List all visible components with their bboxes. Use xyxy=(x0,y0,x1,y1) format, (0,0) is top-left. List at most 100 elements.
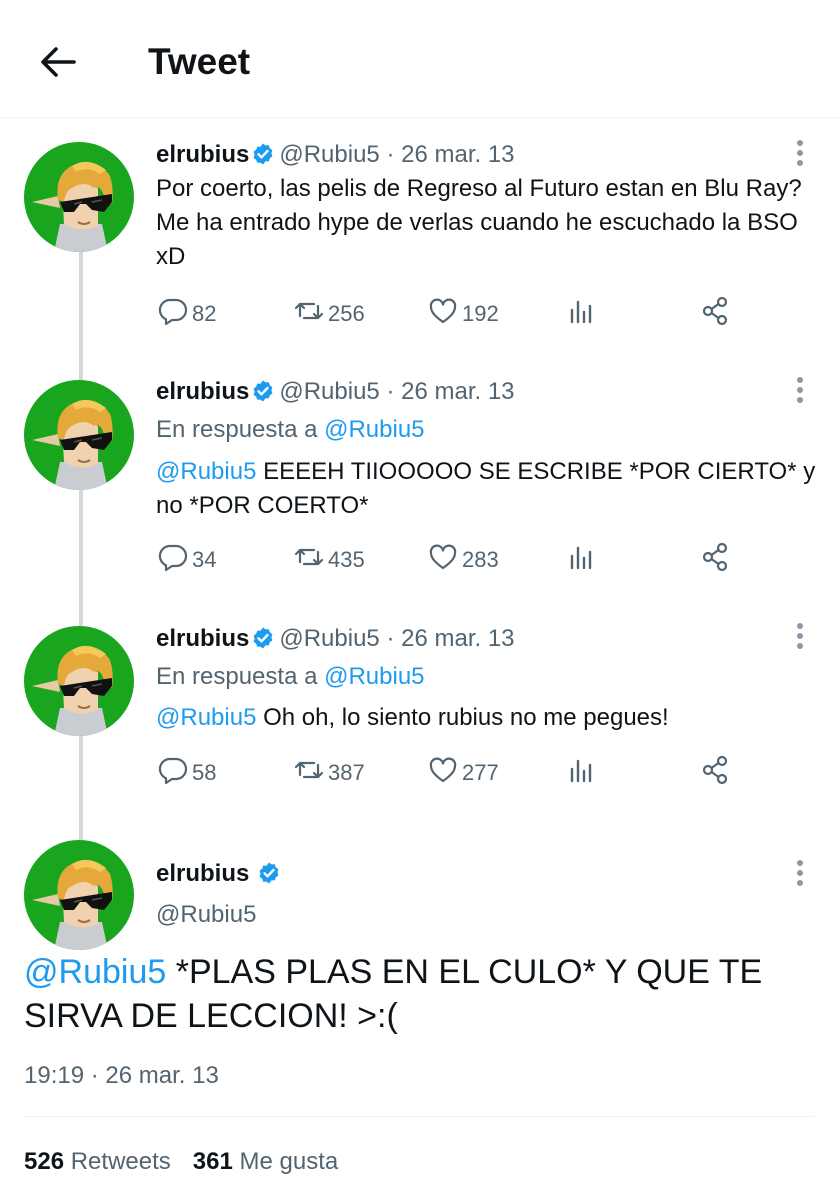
retweet-icon xyxy=(294,296,324,332)
retweet-count: 435 xyxy=(328,547,365,572)
tweet-date[interactable]: 26 mar. 13 xyxy=(401,378,514,405)
tweet-header: elrubius @Rubiu5 · 26 mar. 13 xyxy=(156,377,515,407)
reply-handle-link[interactable]: @Rubiu5 xyxy=(324,416,424,443)
main-tweet-timestamp[interactable]: 19:19 · 26 mar. 13 xyxy=(24,1060,219,1092)
tweet-header: elrubius @Rubiu5 · 26 mar. 13 xyxy=(156,140,515,170)
like-icon xyxy=(428,542,458,578)
tweet-date[interactable]: 26 mar. 13 xyxy=(401,141,514,168)
analytics-button[interactable] xyxy=(566,294,596,334)
more-options-icon[interactable] xyxy=(796,621,804,651)
back-button[interactable] xyxy=(36,40,80,84)
thread-connector xyxy=(79,252,83,380)
thread-connector xyxy=(79,736,83,840)
reply-button[interactable]: 58 xyxy=(158,753,216,793)
analytics-icon xyxy=(566,296,596,332)
main-author-handle[interactable]: @Rubiu5 xyxy=(156,899,256,931)
separator-dot: · xyxy=(386,625,395,652)
reply-handle-link[interactable]: @Rubiu5 xyxy=(324,663,424,690)
avatar[interactable] xyxy=(24,840,134,950)
analytics-button[interactable] xyxy=(566,753,596,793)
tweet-text: @Rubiu5 Oh oh, lo siento rubius no me pe… xyxy=(156,701,816,735)
reply-prefix: En respuesta a xyxy=(156,663,325,690)
like-count: 192 xyxy=(462,301,499,326)
avatar[interactable] xyxy=(24,626,134,736)
action-bar: 34 435 283 xyxy=(156,540,756,580)
author-name[interactable]: elrubius xyxy=(156,378,249,405)
share-button[interactable] xyxy=(700,540,730,580)
reply-count: 58 xyxy=(192,760,217,785)
author-name[interactable]: elrubius xyxy=(156,625,249,652)
share-icon xyxy=(700,296,730,332)
tweet-date[interactable]: 26 mar. 13 xyxy=(401,625,514,652)
retweet-button[interactable]: 256 xyxy=(294,294,365,334)
analytics-icon xyxy=(566,755,596,791)
analytics-icon xyxy=(566,542,596,578)
retweet-count: 387 xyxy=(328,760,365,785)
top-bar: Tweet xyxy=(0,0,838,118)
likes-count: 361 xyxy=(192,1148,233,1175)
thread-tweet[interactable]: elrubius @Rubiu5 · 26 mar. 13 En respuest… xyxy=(0,0,838,785)
more-options-icon[interactable] xyxy=(796,858,804,888)
separator-dot: · xyxy=(386,378,395,405)
mention-link[interactable]: @Rubiu5 xyxy=(156,458,256,485)
reply-count: 34 xyxy=(192,547,217,572)
divider xyxy=(24,1116,814,1117)
author-handle[interactable]: @Rubiu5 xyxy=(279,625,379,652)
retweet-button[interactable]: 387 xyxy=(294,753,365,793)
author-handle[interactable]: @Rubiu5 xyxy=(279,378,379,405)
avatar[interactable] xyxy=(24,142,134,252)
action-bar: 58 387 277 xyxy=(156,753,756,793)
like-icon xyxy=(428,296,458,332)
tweet-body: Oh oh, lo siento rubius no me pegues! xyxy=(256,704,669,731)
likes-stat[interactable]: 361 Me gusta xyxy=(193,1148,338,1175)
engagement-stats: 526 Retweets 361 Me gusta xyxy=(24,1146,338,1178)
retweet-icon xyxy=(294,755,324,791)
retweet-button[interactable]: 435 xyxy=(294,540,365,580)
mention-link[interactable]: @Rubiu5 xyxy=(156,704,256,731)
verified-badge-icon xyxy=(257,861,281,885)
retweet-count: 256 xyxy=(328,301,365,326)
mention-link[interactable]: @Rubiu5 xyxy=(24,953,166,991)
verified-badge-icon xyxy=(251,626,275,650)
separator-dot: · xyxy=(386,141,395,168)
main-author-name[interactable]: elrubius xyxy=(156,858,285,890)
reply-button[interactable]: 34 xyxy=(158,540,216,580)
like-button[interactable]: 277 xyxy=(428,753,499,793)
reply-icon xyxy=(158,542,188,578)
like-button[interactable]: 283 xyxy=(428,540,499,580)
tweet-text: @Rubiu5 EEEEH TIIOOOOO SE ESCRIBE *POR C… xyxy=(156,455,816,523)
retweets-label: Retweets xyxy=(70,1148,171,1175)
share-icon xyxy=(700,542,730,578)
like-count: 277 xyxy=(462,760,499,785)
reply-button[interactable]: 82 xyxy=(158,294,216,334)
share-button[interactable] xyxy=(700,753,730,793)
retweets-stat[interactable]: 526 Retweets xyxy=(24,1148,171,1175)
share-button[interactable] xyxy=(700,294,730,334)
verified-badge-icon xyxy=(251,142,275,166)
reply-icon xyxy=(158,755,188,791)
share-icon xyxy=(700,755,730,791)
author-name[interactable]: elrubius xyxy=(156,141,249,168)
like-icon xyxy=(428,755,458,791)
main-tweet-text: @Rubiu5 *PLAS PLAS EN EL CULO* Y QUE TE … xyxy=(24,950,824,1038)
retweets-count: 526 xyxy=(24,1148,65,1175)
more-options-icon[interactable] xyxy=(796,138,804,168)
page-title: Tweet xyxy=(148,41,251,82)
action-bar: 82 256 192 xyxy=(156,294,756,334)
author-name[interactable]: elrubius xyxy=(156,860,249,887)
analytics-button[interactable] xyxy=(566,540,596,580)
avatar[interactable] xyxy=(24,380,134,490)
reply-count: 82 xyxy=(192,301,217,326)
reply-context: En respuesta a @Rubiu5 xyxy=(156,415,425,445)
author-handle[interactable]: @Rubiu5 xyxy=(279,141,379,168)
reply-icon xyxy=(158,296,188,332)
reply-prefix: En respuesta a xyxy=(156,416,325,443)
verified-badge-icon xyxy=(251,379,275,403)
thread-connector xyxy=(79,490,83,626)
tweet-header: elrubius @Rubiu5 · 26 mar. 13 xyxy=(156,624,515,654)
reply-context: En respuesta a @Rubiu5 xyxy=(156,662,425,692)
like-count: 283 xyxy=(462,547,499,572)
more-options-icon[interactable] xyxy=(796,375,804,405)
tweet-text: Por coerto, las pelis de Regreso al Futu… xyxy=(156,175,802,270)
like-button[interactable]: 192 xyxy=(428,294,499,334)
